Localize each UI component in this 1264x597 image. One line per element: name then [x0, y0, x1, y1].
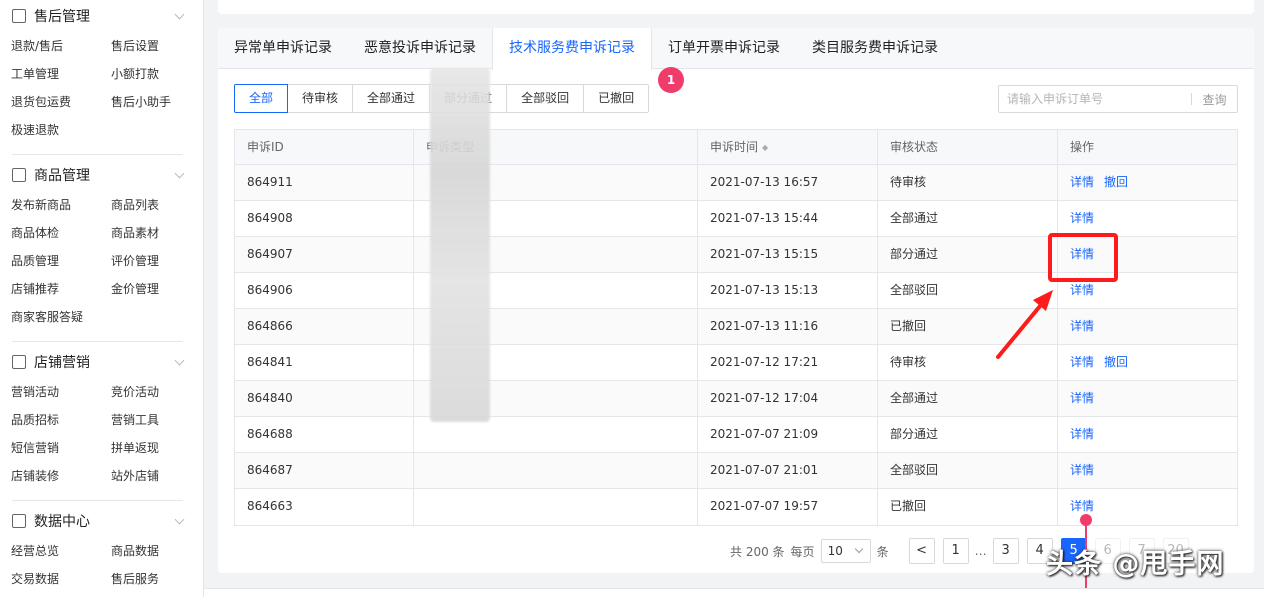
status-filter-button[interactable]: 全部	[234, 84, 289, 113]
annotation-arrow	[996, 290, 1053, 359]
bottom-bar	[204, 588, 1264, 597]
watermark: 头条 @甩手网	[1046, 549, 1225, 580]
